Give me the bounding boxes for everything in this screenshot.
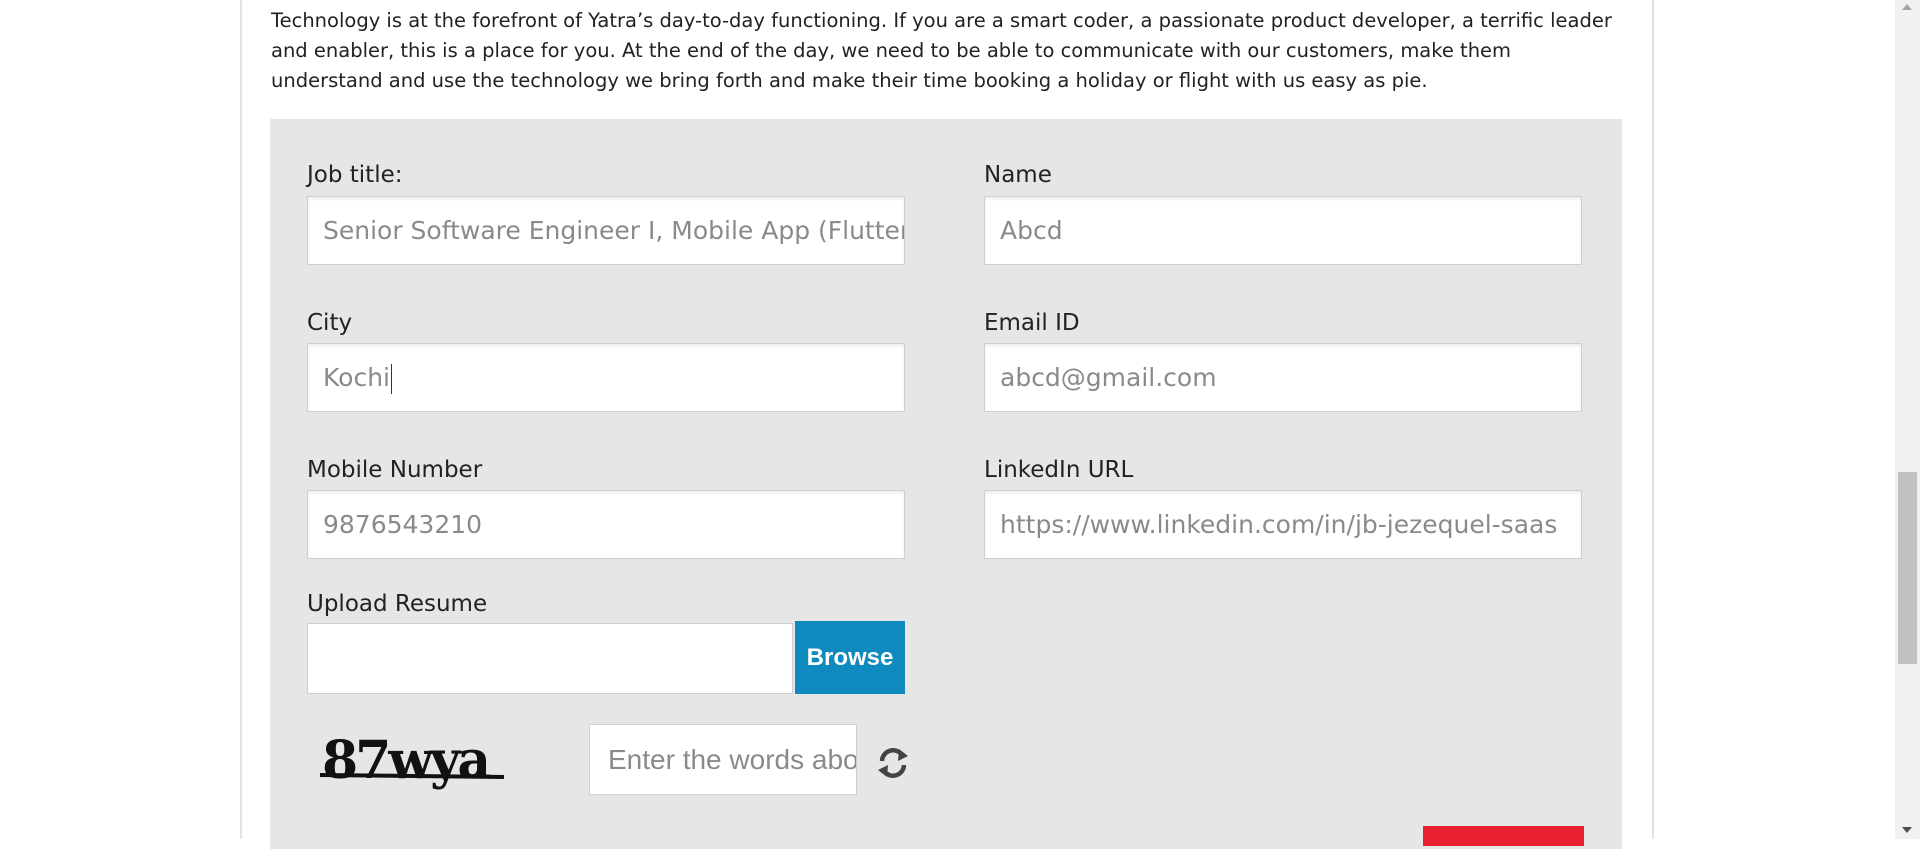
scroll-up-arrow-icon[interactable]: [1902, 4, 1912, 10]
linkedin-label: LinkedIn URL: [984, 457, 1134, 483]
resume-file-input[interactable]: [307, 623, 793, 694]
name-input[interactable]: Abcd: [984, 196, 1582, 265]
city-value: Kochi: [323, 363, 390, 392]
text-caret: [390, 364, 392, 394]
job-title-label: Job title:: [307, 162, 403, 188]
name-label: Name: [984, 162, 1052, 188]
captcha-image: 87wya: [319, 730, 505, 791]
scroll-down-arrow-icon[interactable]: [1902, 827, 1912, 833]
city-input[interactable]: Kochi: [307, 343, 905, 412]
scroll-thumb[interactable]: [1898, 472, 1917, 664]
linkedin-input[interactable]: https://www.linkedin.com/in/jb-jezequel-…: [984, 490, 1582, 559]
captcha-strike-line: [319, 773, 505, 779]
mobile-input[interactable]: 9876543210: [307, 490, 905, 559]
scrollbar[interactable]: [1895, 0, 1920, 839]
upload-resume-label: Upload Resume: [307, 591, 488, 617]
city-label: City: [307, 310, 353, 336]
submit-button[interactable]: [1423, 826, 1584, 846]
email-input[interactable]: abcd@gmail.com: [984, 343, 1582, 412]
browse-button[interactable]: Browse: [795, 621, 905, 694]
email-label: Email ID: [984, 310, 1080, 336]
job-title-input[interactable]: Senior Software Engineer I, Mobile App (…: [307, 196, 905, 265]
captcha-input[interactable]: Enter the words above: [589, 724, 857, 795]
intro-paragraph: Technology is at the forefront of Yatra’…: [271, 9, 1612, 92]
mobile-label: Mobile Number: [307, 457, 483, 483]
refresh-icon[interactable]: [874, 744, 912, 782]
captcha-text: 87wya: [322, 730, 490, 791]
